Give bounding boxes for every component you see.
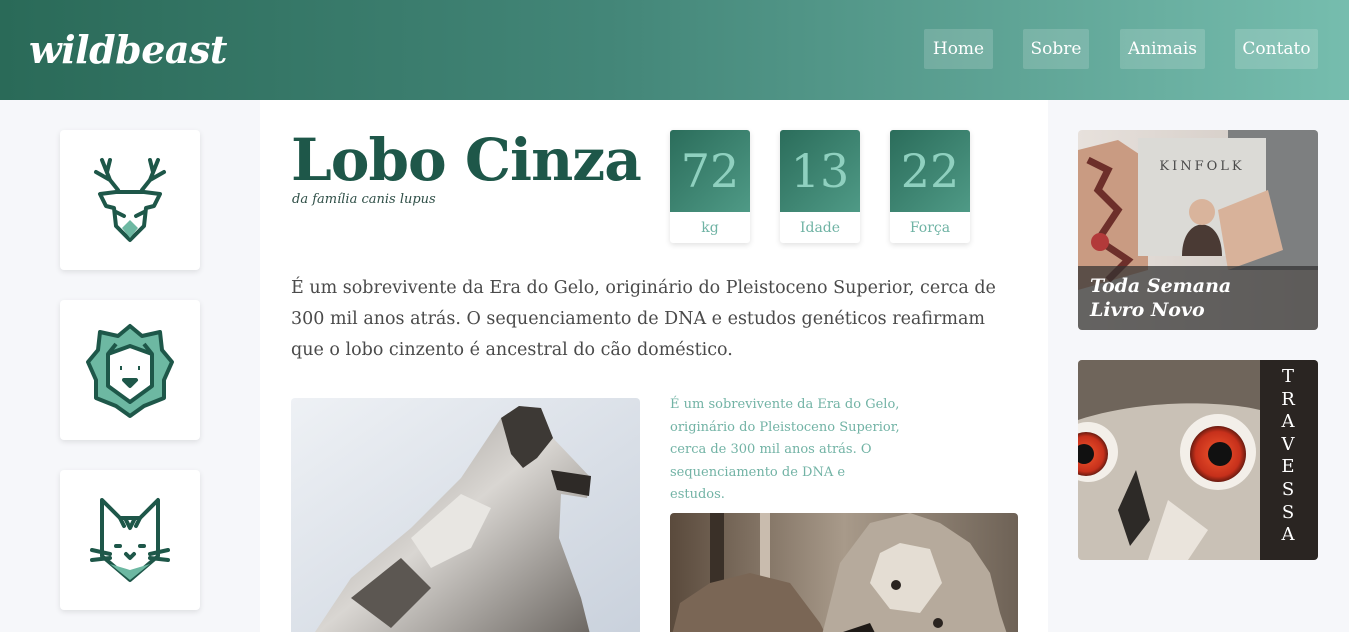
promo-vertical-letter: R — [1281, 388, 1295, 410]
sidebar-item-deer[interactable] — [60, 130, 200, 270]
page-title: Lobo Cinza — [291, 126, 642, 194]
stat-weight: 72 kg — [670, 130, 750, 243]
promo-book-card[interactable]: KINFOLK Toda Semana Livro Novo — [1078, 130, 1318, 330]
sidebar-item-cat[interactable] — [60, 470, 200, 610]
promo-caption-line2: Livro Novo — [1090, 299, 1205, 321]
promo-vertical-letter: S — [1281, 501, 1295, 523]
deer-icon — [94, 158, 166, 242]
stat-value: 72 — [670, 130, 750, 212]
stat-label: Força — [909, 219, 951, 236]
promo-vertical-letter: T — [1281, 366, 1294, 387]
promo-vertical-letter: E — [1281, 456, 1295, 478]
stat-age: 13 Idade — [780, 130, 860, 243]
promo-vertical-letter: A — [1281, 524, 1295, 546]
nav-animais[interactable]: Animais — [1120, 29, 1205, 69]
lion-icon — [86, 324, 174, 418]
site-logo[interactable]: wildbeast — [29, 26, 227, 74]
magazine-title: KINFOLK — [1159, 159, 1244, 174]
stat-label: Idade — [799, 219, 841, 236]
stat-value: 22 — [890, 130, 970, 212]
sidebar-item-lion[interactable] — [60, 300, 200, 440]
nav-sobre[interactable]: Sobre — [1023, 29, 1089, 69]
promo-vertical-letter: V — [1281, 433, 1295, 455]
stat-value: 13 — [780, 130, 860, 212]
side-note: É um sobrevivente da Era do Gelo, origin… — [670, 397, 900, 502]
cat-icon — [90, 498, 170, 582]
promo-caption-line1: Toda Semana — [1090, 275, 1232, 297]
wolves-photo — [670, 513, 1018, 632]
stat-label: kg — [701, 219, 719, 236]
nav-contato[interactable]: Contato — [1235, 29, 1318, 69]
stat-strength: 22 Força — [890, 130, 970, 243]
nav-home[interactable]: Home — [924, 29, 993, 69]
intro-paragraph: É um sobrevivente da Era do Gelo, origin… — [291, 278, 996, 360]
page-subtitle: da família canis lupus — [292, 192, 436, 207]
promo-vertical-letter: S — [1281, 479, 1295, 500]
promo-caption: Toda Semana Livro Novo — [1078, 266, 1318, 330]
howling-wolf-photo — [291, 398, 640, 632]
promo-vertical-letter: A — [1281, 411, 1295, 433]
